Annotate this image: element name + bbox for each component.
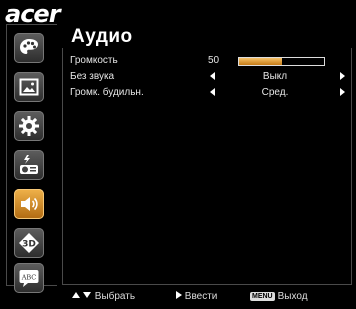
enter-hint: Ввести xyxy=(176,291,217,302)
palette-icon[interactable] xyxy=(14,33,44,63)
sidebar: 3D ABC xyxy=(6,24,57,293)
alarm-volume-label: Громк. будильн. xyxy=(70,87,144,98)
exit-label: Выход xyxy=(277,291,308,302)
mute-label: Без звука xyxy=(70,71,115,82)
content-panel xyxy=(62,48,352,285)
gear-icon[interactable] xyxy=(14,111,44,141)
page-title: Аудио xyxy=(71,26,133,47)
projector-management-icon[interactable] xyxy=(14,150,44,180)
select-label: Выбрать xyxy=(94,291,136,302)
svg-text:3D: 3D xyxy=(22,240,36,250)
svg-text:ABC: ABC xyxy=(21,274,37,282)
image-icon[interactable] xyxy=(14,72,44,102)
select-hint: Выбрать xyxy=(72,291,135,302)
3d-icon[interactable]: 3D xyxy=(14,228,44,258)
arrow-right-icon[interactable] xyxy=(340,72,345,80)
osd-menu: acer 3D ABC Аудио Громкость 50 Без звука… xyxy=(0,0,356,309)
enter-label: Ввести xyxy=(184,291,218,302)
volume-slider-fill xyxy=(239,58,282,65)
speaker-icon[interactable] xyxy=(14,189,44,219)
arrow-left-icon[interactable] xyxy=(210,72,215,80)
arrow-right-icon xyxy=(176,291,182,299)
up-down-arrows-icon xyxy=(72,292,91,298)
menu-key-icon: MENU xyxy=(250,292,275,301)
exit-hint: MENU Выход xyxy=(250,291,308,302)
volume-value: 50 xyxy=(208,55,220,66)
volume-label: Громкость xyxy=(70,55,118,66)
mute-value: Выкл xyxy=(262,71,288,82)
acer-logo: acer xyxy=(5,0,61,28)
alarm-volume-value: Сред. xyxy=(261,87,289,98)
footer-hints: Выбрать Ввести MENU Выход xyxy=(0,288,356,306)
arrow-right-icon[interactable] xyxy=(340,88,345,96)
volume-slider[interactable] xyxy=(238,57,325,66)
arrow-left-icon[interactable] xyxy=(210,88,215,96)
